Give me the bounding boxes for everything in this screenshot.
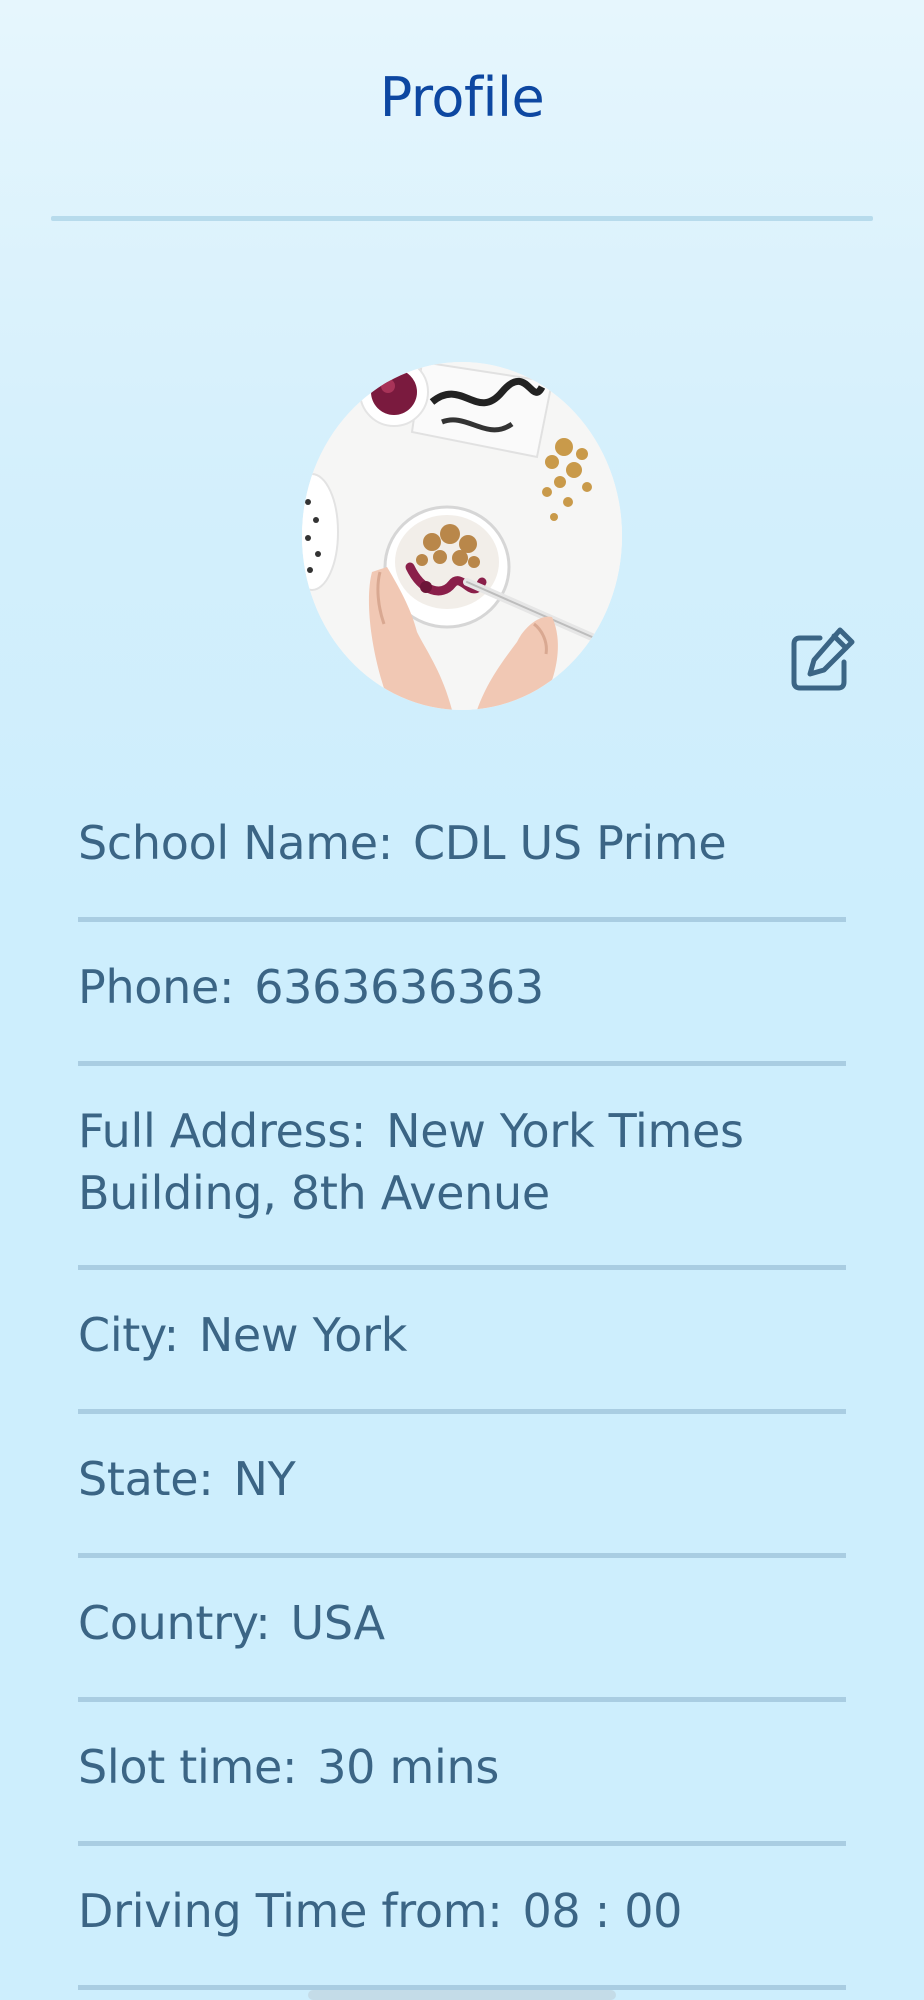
edit-icon	[791, 627, 855, 691]
school-name-value: CDL US Prime	[412, 816, 727, 870]
header-divider	[51, 216, 873, 221]
profile-info-list: School Name: CDL US Prime Phone: 636363636…	[78, 778, 846, 1990]
city-label: City:	[78, 1308, 179, 1362]
country-row: Country: USA	[78, 1558, 846, 1702]
edit-profile-button[interactable]	[786, 624, 858, 696]
slot-time-label: Slot time:	[78, 1740, 298, 1794]
home-indicator	[308, 1990, 616, 2000]
phone-value: 6363636363	[254, 960, 544, 1014]
school-name-label: School Name:	[78, 816, 393, 870]
city-row: City: New York	[78, 1270, 846, 1414]
page-title: Profile	[379, 66, 545, 129]
state-value: NY	[233, 1452, 296, 1506]
state-label: State:	[78, 1452, 214, 1506]
city-value: New York	[198, 1308, 408, 1362]
address-label: Full Address:	[78, 1104, 367, 1158]
driving-time-from-row: Driving Time from: 08 : 00	[78, 1846, 846, 1990]
slot-time-row: Slot time: 30 mins	[78, 1702, 846, 1846]
profile-photo[interactable]	[302, 362, 622, 710]
driving-time-from-label: Driving Time from:	[78, 1884, 503, 1938]
school-name-row: School Name: CDL US Prime	[78, 778, 846, 922]
state-row: State: NY	[78, 1414, 846, 1558]
profile-photo-image	[302, 362, 622, 710]
address-row: Full Address: New York Times Building, 8t…	[78, 1066, 846, 1270]
country-value: USA	[290, 1596, 386, 1650]
slot-time-value: 30 mins	[317, 1740, 499, 1794]
phone-row: Phone: 6363636363	[78, 922, 846, 1066]
country-label: Country:	[78, 1596, 271, 1650]
phone-label: Phone:	[78, 960, 235, 1014]
driving-time-from-value: 08 : 00	[522, 1884, 683, 1938]
